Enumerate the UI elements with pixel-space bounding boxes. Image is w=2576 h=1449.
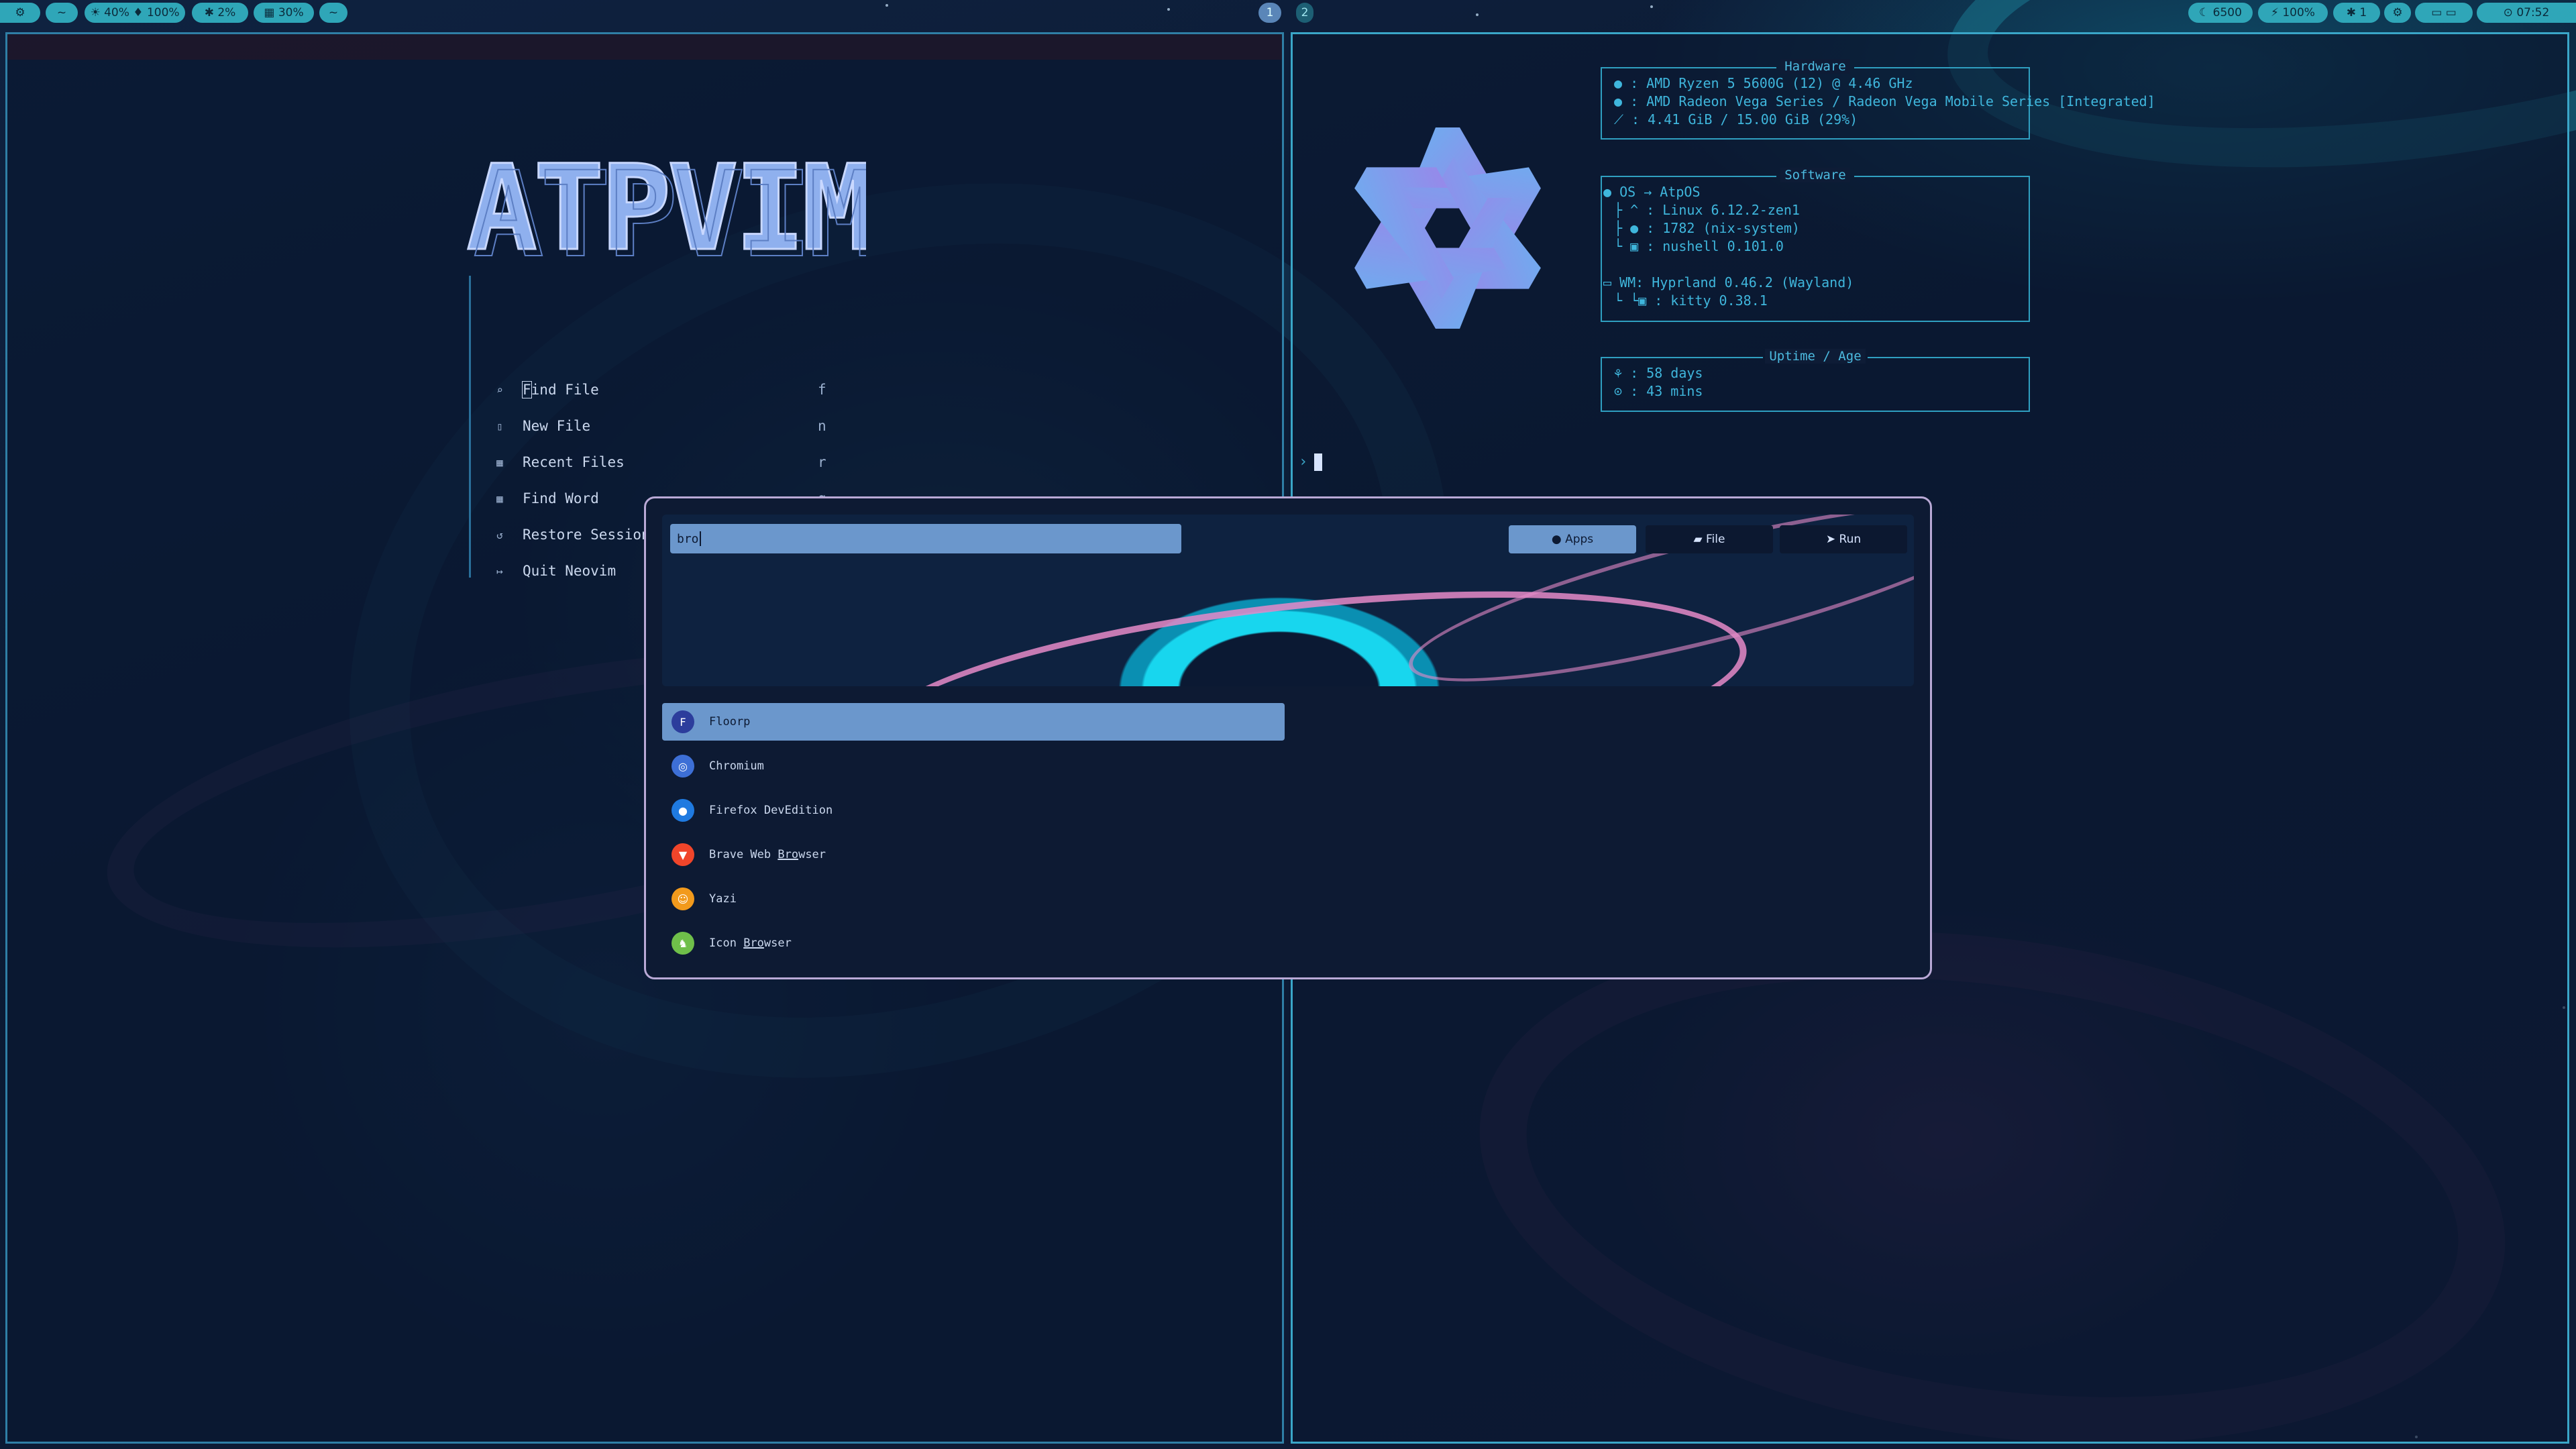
memory-line: ⟋ : 4.41 GiB / 15.00 GiB (29%): [1614, 111, 1858, 127]
floorp-icon: F: [672, 710, 694, 733]
workspace-1[interactable]: 1: [1258, 3, 1281, 23]
app-launcher[interactable]: bro ● Apps ▰ File ➤ Run F Floorp ◎ Chromium…: [644, 496, 1932, 979]
text-caret: [699, 531, 701, 546]
uptime-line: ⊙ : 43 mins: [1614, 383, 1703, 399]
cpu-indicator[interactable]: ✱ 2%: [192, 3, 248, 23]
os-line: ● OS → AtpOS: [1603, 184, 1701, 200]
tab-apps[interactable]: ● Apps: [1509, 525, 1636, 553]
dashboard-item-shortcut: n: [818, 418, 826, 434]
file-icon: ▯: [496, 419, 503, 433]
dashboard-item-2[interactable]: ▦ Recent Files r: [492, 447, 841, 477]
dashboard-item-label: Find Word: [523, 490, 599, 506]
dashboard-item-label: Recent Files: [523, 454, 625, 470]
menu-button[interactable]: ~: [46, 3, 78, 23]
launcher-result-name: Floorp: [709, 715, 751, 729]
wm-line: ▭ WM: Hyprland 0.46.2 (Wayland): [1603, 274, 1854, 290]
clock[interactable]: ⊙ 07:52: [2477, 3, 2576, 23]
launcher-result[interactable]: ▼ Brave Web Browser: [662, 836, 1285, 873]
tab-run[interactable]: ➤ Run: [1780, 525, 1907, 553]
ram-indicator[interactable]: ▦ 30%: [254, 3, 314, 23]
dashboard-item-label: Restore Session: [523, 527, 650, 543]
dashboard-indent-line: [469, 276, 471, 578]
firefox-icon: ●: [672, 799, 694, 822]
dashboard-item-0[interactable]: ⌕ Find File f: [492, 375, 841, 405]
quit-icon: ↦: [496, 564, 503, 578]
launcher-result-name: Yazi: [709, 892, 737, 906]
top-bar: ⚙ ~ ☀ 40% ♦ 100% ✱ 2% ▦ 30% ~ 1 2 ☾ 6500…: [0, 0, 2576, 27]
shell-line: └ ▣ : nushell 0.101.0: [1614, 238, 1784, 254]
settings-icon[interactable]: ⚙: [2384, 3, 2411, 23]
hardware-title: Hardware: [1602, 59, 2029, 74]
workspace-2[interactable]: 2: [1296, 3, 1313, 23]
launcher-result-name: Firefox DevEdition: [709, 804, 833, 817]
tray-icons[interactable]: ▭ ▭: [2415, 3, 2473, 23]
tabline: [7, 34, 1282, 60]
launcher-result[interactable]: ♞ Icon Browser: [662, 924, 1285, 962]
yazi-icon: ☺: [672, 888, 694, 910]
chromium-icon: ◎: [672, 755, 694, 777]
dashboard-item-label: Find File: [522, 381, 599, 398]
night-light-indicator[interactable]: ☾ 6500: [2188, 3, 2253, 23]
dashboard-item-shortcut: r: [818, 454, 826, 470]
hardware-box: Hardware ● : AMD Ryzen 5 5600G (12) @ 4.…: [1601, 59, 2155, 140]
battery-indicator[interactable]: ⚡ 100%: [2258, 3, 2328, 23]
terminal-cursor: [1314, 453, 1323, 471]
dashboard-item-label: Quit Neovim: [523, 563, 616, 579]
launcher-result[interactable]: ● Firefox DevEdition: [662, 792, 1285, 829]
cpu-line: ● : AMD Ryzen 5 5600G (12) @ 4.46 GHz: [1614, 75, 1913, 91]
extra-button[interactable]: ~: [319, 3, 347, 23]
launcher-result[interactable]: F Floorp: [662, 703, 1285, 741]
launcher-result-name: Icon Browser: [709, 936, 792, 950]
launcher-result-name: Brave Web Browser: [709, 848, 826, 861]
launcher-result[interactable]: ☺ Yazi: [662, 880, 1285, 918]
logo-shadow: ATPVIM: [473, 146, 866, 282]
atpvim-logo: ATPVIM ATPVIM: [466, 139, 867, 283]
volume-brightness-indicator[interactable]: ☀ 40% ♦ 100%: [85, 3, 185, 23]
packages-line: ├ ● : 1782 (nix-system): [1614, 220, 1800, 236]
word-icon: ▦: [496, 492, 503, 505]
launcher-result-name: Chromium: [709, 759, 764, 773]
brave-icon: ▼: [672, 843, 694, 866]
kernel-line: ├ ^ : Linux 6.12.2-zen1: [1614, 202, 1800, 218]
launcher-result[interactable]: ◎ Chromium: [662, 747, 1285, 785]
tab-file[interactable]: ▰ File: [1646, 525, 1773, 553]
shell-prompt[interactable]: ›: [1299, 453, 1323, 471]
icon-browser-icon: ♞: [672, 932, 694, 955]
dashboard-item-shortcut: f: [818, 382, 826, 398]
restore-icon: ↺: [496, 528, 503, 541]
search-icon: ⌕: [496, 383, 503, 396]
notifications-indicator[interactable]: ✱ 1: [2333, 3, 2380, 23]
gpu-line: ● : AMD Radeon Vega Series / Radeon Vega…: [1614, 93, 2155, 109]
recent-icon: ▦: [496, 455, 503, 469]
software-title: Software: [1602, 168, 2029, 182]
uptime-box: Uptime / Age ⚘ : 58 days ⊙ : 43 mins: [1601, 349, 2030, 412]
age-line: ⚘ : 58 days: [1614, 365, 1703, 381]
uptime-title: Uptime / Age: [1602, 349, 2029, 364]
dashboard-item-1[interactable]: ▯ New File n: [492, 411, 841, 441]
terminal-line: └ └▣ : kitty 0.38.1: [1614, 292, 1768, 309]
software-box: Software ● OS → AtpOS ├ ^ : Linux 6.12.2…: [1601, 168, 2030, 322]
nixos-snowflake-logo: [1328, 121, 1567, 335]
search-input[interactable]: bro: [670, 524, 1181, 553]
dashboard-item-label: New File: [523, 418, 591, 434]
launcher-button[interactable]: ⚙: [0, 3, 40, 23]
